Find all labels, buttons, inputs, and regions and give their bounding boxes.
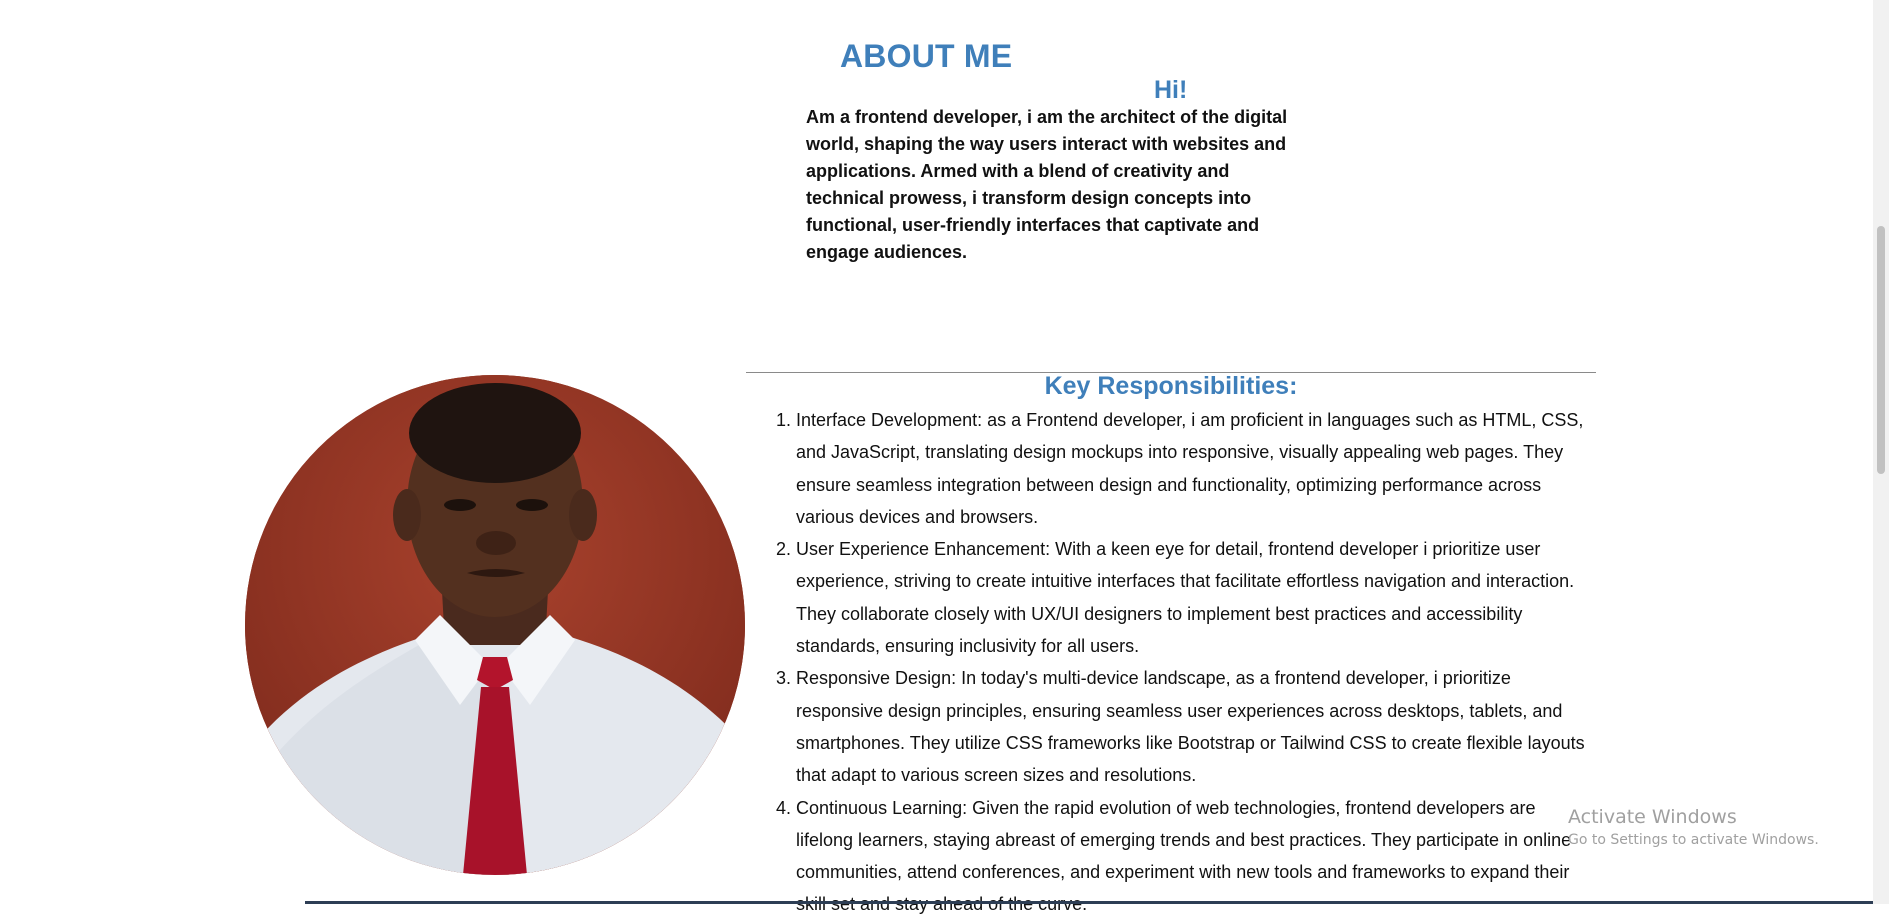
vertical-scrollbar[interactable] <box>1873 0 1889 904</box>
profile-photo <box>245 375 745 875</box>
watermark-subtitle: Go to Settings to activate Windows. <box>1568 832 1819 848</box>
about-title: ABOUT ME <box>840 38 1013 74</box>
list-item: Responsive Design: In today's multi-devi… <box>796 662 1596 791</box>
watermark-title: Activate Windows <box>1568 806 1737 828</box>
greeting: Hi! <box>1154 76 1188 104</box>
list-item: User Experience Enhancement: With a keen… <box>796 533 1596 662</box>
activate-windows-watermark: Activate Windows Go to Settings to activ… <box>1568 806 1819 848</box>
list-item: Interface Development: as a Frontend dev… <box>796 404 1596 533</box>
page: ABOUT ME Hi! Am a frontend developer, i … <box>0 0 1873 914</box>
responsibilities-list: Interface Development: as a Frontend dev… <box>746 404 1596 921</box>
profile-photo-illustration <box>245 375 745 875</box>
scrollbar-thumb[interactable] <box>1877 226 1885 474</box>
intro-paragraph: Am a frontend developer, i am the archit… <box>806 107 1288 262</box>
responsibilities-title: Key Responsibilities: <box>1044 372 1298 400</box>
